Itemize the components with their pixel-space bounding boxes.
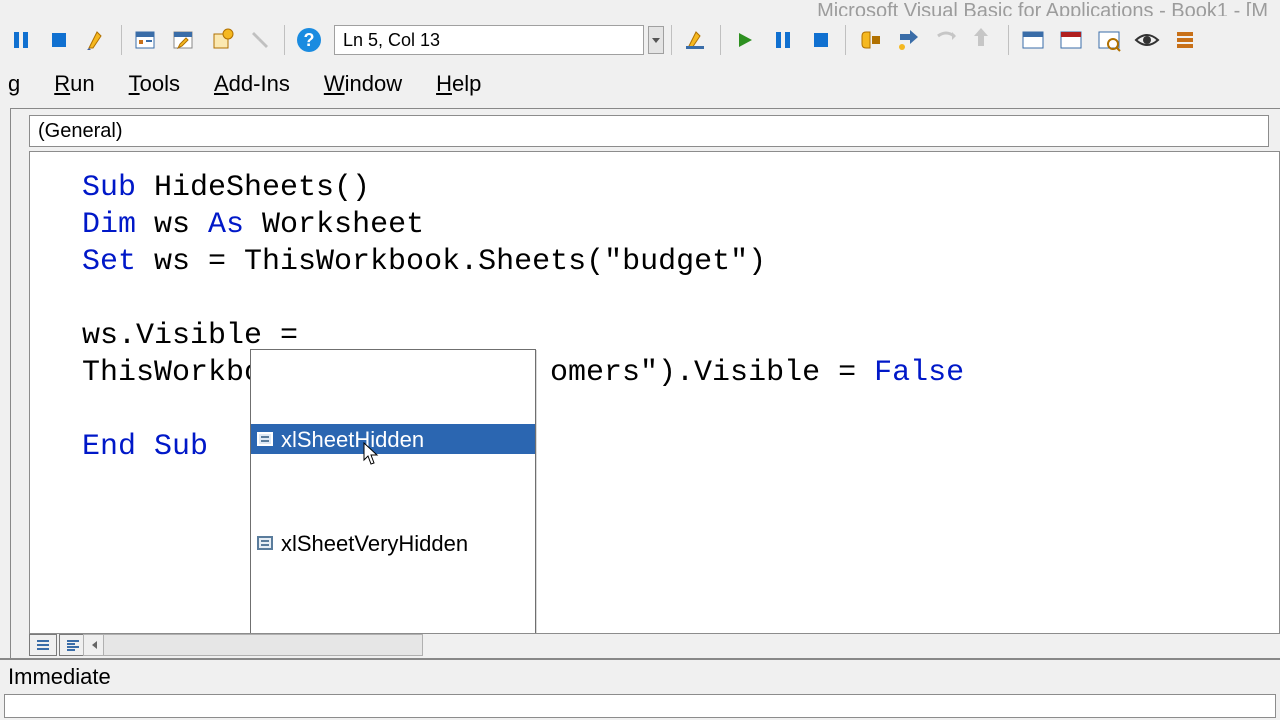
- step-over-icon[interactable]: [929, 23, 963, 57]
- toolbar-separator: [121, 25, 122, 55]
- help-icon[interactable]: ?: [292, 23, 326, 57]
- code-text: ws: [136, 208, 208, 242]
- keyword: Sub: [82, 171, 136, 205]
- step-into-icon[interactable]: [891, 23, 925, 57]
- keyword: False: [874, 356, 964, 390]
- svg-text:?: ?: [304, 30, 315, 50]
- keyword: Dim: [82, 208, 136, 242]
- code-text: ThisWorkbo: [82, 356, 262, 390]
- code-text: HideSheets(): [136, 171, 370, 205]
- titlebar-fragment: Microsoft Visual Basic for Applications …: [805, 0, 1280, 16]
- code-text: omers").Visible =: [550, 356, 874, 390]
- toolbar-separator: [284, 25, 285, 55]
- menu-help[interactable]: Help: [430, 67, 487, 101]
- intellisense-popup: xlSheetHidden xlSheetVeryHidden xlSheetV…: [250, 349, 536, 634]
- intellisense-item[interactable]: xlSheetVeryHidden: [251, 528, 535, 558]
- menu-bar: g Run Tools Add-Ins Window Help: [0, 64, 1280, 104]
- pause-icon[interactable]: [4, 23, 38, 57]
- scroll-left-arrow-icon[interactable]: [84, 635, 104, 655]
- cursor-position-readout: Ln 5, Col 13: [334, 25, 644, 55]
- watch-window-icon[interactable]: [1092, 23, 1126, 57]
- design-mode-icon[interactable]: [80, 23, 114, 57]
- run-icon[interactable]: [728, 23, 762, 57]
- immediate-window-input[interactable]: [4, 694, 1276, 718]
- step-out-icon[interactable]: [967, 23, 1001, 57]
- cursor-position-text: Ln 5, Col 13: [343, 30, 440, 51]
- code-text: ws = ThisWorkbook.Sheets("budget"): [136, 245, 766, 279]
- constant-icon: [257, 432, 273, 446]
- intellisense-item[interactable]: xlSheetHidden: [251, 424, 535, 454]
- immediate-window-icon[interactable]: [1054, 23, 1088, 57]
- main-toolbar: ? Ln 5, Col 13: [0, 18, 1280, 62]
- dropdown-arrow-icon[interactable]: [648, 26, 664, 54]
- menu-tools[interactable]: Tools: [123, 67, 186, 101]
- code-text: Worksheet: [244, 208, 424, 242]
- immediate-window-title: Immediate: [0, 660, 1280, 694]
- keyword: End Sub: [82, 430, 208, 464]
- menu-add-ins[interactable]: Add-Ins: [208, 67, 296, 101]
- locals-window-icon[interactable]: [1016, 23, 1050, 57]
- quick-watch-icon[interactable]: [1130, 23, 1164, 57]
- keyword: As: [208, 208, 244, 242]
- immediate-window: Immediate: [0, 658, 1280, 720]
- toolbar-separator: [845, 25, 846, 55]
- stop-icon[interactable]: [42, 23, 76, 57]
- intellisense-label: xlSheetHidden: [281, 421, 424, 458]
- project-explorer-icon[interactable]: [129, 23, 163, 57]
- menu-fragment-g[interactable]: g: [2, 67, 26, 101]
- reset-icon[interactable]: [804, 23, 838, 57]
- view-mode-buttons: [29, 634, 87, 656]
- toolbox-icon[interactable]: [243, 23, 277, 57]
- intellisense-label: xlSheetVeryHidden: [281, 525, 468, 562]
- properties-window-icon[interactable]: [167, 23, 201, 57]
- toolbar-separator: [720, 25, 721, 55]
- break-icon[interactable]: [766, 23, 800, 57]
- object-dropdown[interactable]: (General): [29, 115, 1269, 147]
- code-editor[interactable]: Sub HideSheets() Dim ws As Worksheet Set…: [29, 151, 1280, 634]
- object-browser-icon[interactable]: [205, 23, 239, 57]
- toggle-breakpoint-icon[interactable]: [853, 23, 887, 57]
- keyword: Set: [82, 245, 136, 279]
- toolbar-separator: [671, 25, 672, 55]
- code-text: ws.Visible =: [82, 319, 298, 353]
- menu-window[interactable]: Window: [318, 67, 408, 101]
- procedure-view-button[interactable]: [29, 634, 57, 656]
- horizontal-scrollbar[interactable]: [83, 634, 423, 656]
- toolbar-separator: [1008, 25, 1009, 55]
- call-stack-icon[interactable]: [1168, 23, 1202, 57]
- design-mode-icon-2[interactable]: [679, 23, 713, 57]
- code-pane-frame: (General) Sub HideSheets() Dim ws As Wor…: [10, 108, 1280, 658]
- menu-run[interactable]: Run: [48, 67, 100, 101]
- constant-icon: [257, 536, 273, 550]
- object-dropdown-value: (General): [38, 120, 122, 143]
